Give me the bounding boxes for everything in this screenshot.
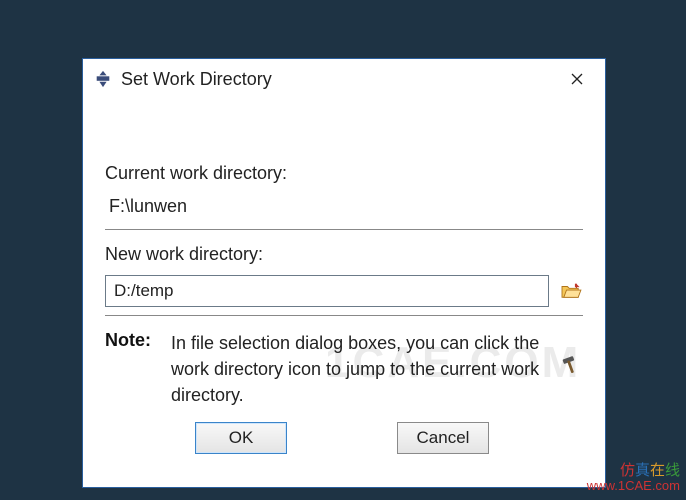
new-directory-label: New work directory: — [105, 244, 583, 265]
dialog-title: Set Work Directory — [121, 69, 557, 90]
work-directory-icon — [559, 354, 583, 378]
note-label: Note: — [105, 330, 159, 351]
close-button[interactable] — [557, 64, 597, 94]
divider — [105, 315, 583, 316]
button-row: OK Cancel — [105, 422, 583, 454]
note-row: Note: In file selection dialog boxes, yo… — [105, 330, 583, 408]
dialog-body: 1CAE.COM Current work directory: F:\lunw… — [83, 99, 605, 464]
note-text: In file selection dialog boxes, you can … — [171, 330, 547, 408]
current-directory-label: Current work directory: — [105, 163, 583, 184]
titlebar: Set Work Directory — [83, 59, 605, 99]
ok-button[interactable]: OK — [195, 422, 287, 454]
new-directory-row — [105, 275, 583, 307]
cancel-button[interactable]: Cancel — [397, 422, 489, 454]
set-work-directory-dialog: Set Work Directory 1CAE.COM Current work… — [82, 58, 606, 488]
browse-folder-icon[interactable] — [559, 280, 583, 302]
new-directory-input[interactable] — [105, 275, 549, 307]
app-icon — [93, 69, 113, 89]
current-directory-value: F:\lunwen — [105, 194, 583, 230]
